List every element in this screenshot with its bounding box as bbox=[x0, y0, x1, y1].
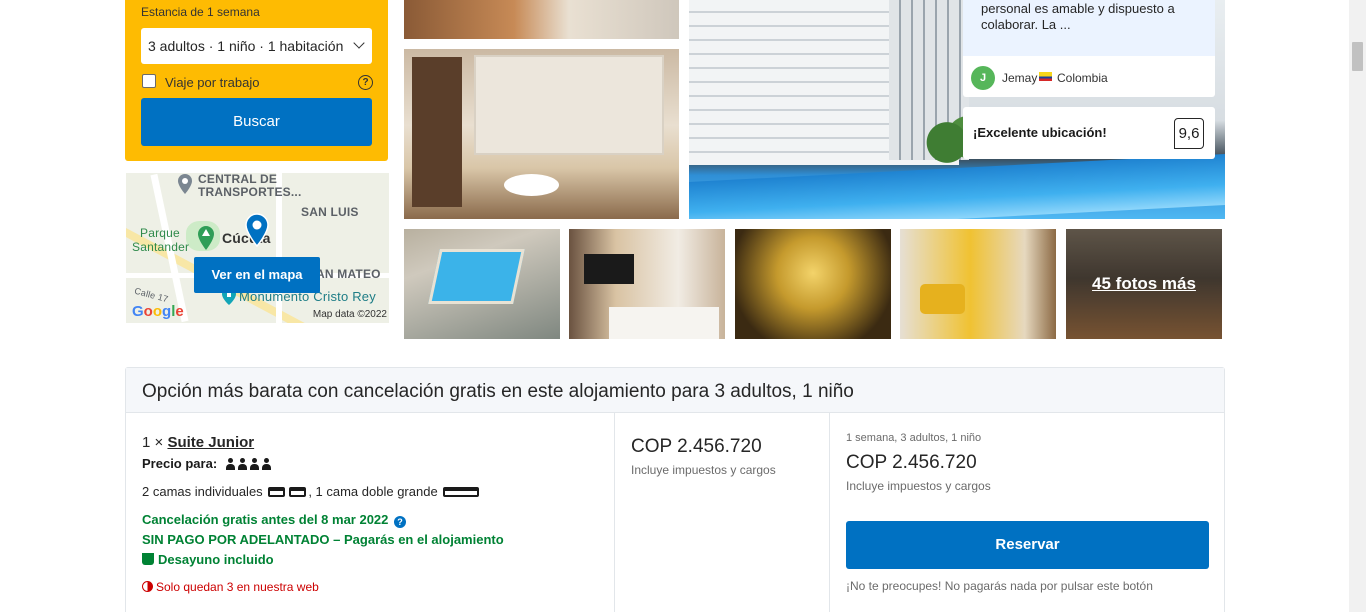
hotel-photo-bathroom[interactable] bbox=[404, 49, 679, 219]
hotel-location-pin-icon bbox=[245, 213, 269, 247]
hotel-thumb-restaurant[interactable] bbox=[735, 229, 891, 339]
review-quote: personal es amable y dispuesto a colabor… bbox=[963, 0, 1215, 56]
summary-stay: 1 semana, 3 adultos, 1 niño bbox=[846, 432, 982, 444]
scrollbar-thumb[interactable] bbox=[1352, 42, 1363, 71]
photo-detail bbox=[412, 57, 462, 207]
reserve-button[interactable]: Reservar bbox=[846, 521, 1209, 569]
price-tax-note: Incluye impuestos y cargos bbox=[631, 463, 776, 477]
hotel-thumb-pool-aerial[interactable] bbox=[404, 229, 560, 339]
cheapest-offer-box: Opción más barata con cancelación gratis… bbox=[125, 367, 1225, 612]
single-bed-icon bbox=[268, 487, 286, 497]
beds-single-text: 2 camas individuales bbox=[142, 484, 263, 499]
no-prepayment-text: SIN PAGO POR ADELANTADO – Pagarás en el … bbox=[142, 532, 504, 547]
hotel-page: Estancia de 1 semana 3 adultos · 1 niño … bbox=[0, 0, 1366, 612]
summary-tax-note: Incluye impuestos y cargos bbox=[846, 479, 991, 493]
guest-review-card[interactable]: personal es amable y dispuesto a colabor… bbox=[963, 0, 1215, 97]
urgency-text: Solo quedan 3 en nuestra web bbox=[156, 580, 319, 594]
map-label-transportes: TRANSPORTES... bbox=[198, 185, 302, 199]
free-cancellation-text: Cancelación gratis antes del 8 mar 2022 bbox=[142, 512, 389, 527]
stay-length-label: Estancia de 1 semana bbox=[141, 5, 260, 19]
occupancy-value: 3 adultos · 1 niño · 1 habitación bbox=[148, 38, 344, 54]
room-quantity: 1 × bbox=[142, 434, 164, 451]
column-divider bbox=[614, 413, 615, 612]
park-pin-icon bbox=[198, 226, 214, 250]
more-photos-link[interactable]: 45 fotos más bbox=[1066, 229, 1222, 339]
map-label-san-mateo: AN MATEO bbox=[316, 267, 381, 281]
summary-column: 1 semana, 3 adultos, 1 niño COP 2.456.72… bbox=[846, 432, 1209, 493]
summary-price: COP 2.456.720 bbox=[846, 452, 977, 473]
map-credit: Map data ©2022 bbox=[312, 309, 387, 320]
photo-detail bbox=[920, 284, 965, 314]
location-score-card: ¡Excelente ubicación! 9,6 bbox=[963, 107, 1215, 159]
work-trip-row: Viaje por trabajo ? bbox=[141, 73, 373, 91]
photo-detail bbox=[474, 55, 664, 155]
hotel-photo-interior[interactable] bbox=[404, 0, 679, 39]
room-name-link[interactable]: Suite Junior bbox=[167, 434, 254, 451]
map-preview[interactable]: CENTRAL DE TRANSPORTES... SAN LUIS Parqu… bbox=[126, 173, 389, 323]
coffee-cup-icon bbox=[142, 553, 154, 565]
avatar: J bbox=[971, 66, 995, 90]
photo-detail bbox=[428, 249, 525, 304]
offer-heading: Opción más barata con cancelación gratis… bbox=[126, 368, 1224, 413]
location-score-label: ¡Excelente ubicación! bbox=[973, 125, 1107, 140]
double-bed-icon bbox=[443, 487, 480, 497]
work-trip-checkbox[interactable] bbox=[142, 74, 156, 88]
search-panel: Estancia de 1 semana 3 adultos · 1 niño … bbox=[125, 0, 388, 161]
single-bed-icon bbox=[289, 487, 307, 497]
breakfast-text: Desayuno incluido bbox=[158, 552, 274, 567]
map-label-parque: Parque bbox=[140, 226, 180, 240]
capacity-icons bbox=[225, 458, 273, 473]
column-divider bbox=[829, 413, 830, 612]
person-icon bbox=[237, 458, 248, 470]
colombia-flag-icon bbox=[1039, 72, 1052, 81]
room-line: 1 × Suite Junior bbox=[142, 434, 254, 451]
bed-config: 2 camas individuales , 1 cama doble gran… bbox=[142, 484, 481, 499]
map-label-calle: Calle 17 bbox=[133, 285, 170, 305]
photo-detail bbox=[584, 254, 634, 284]
capacity-label: Precio para: bbox=[142, 456, 218, 471]
map-label-santander: Santander bbox=[132, 240, 190, 254]
google-logo: Google bbox=[132, 303, 184, 320]
urgency-line: Solo quedan 3 en nuestra web bbox=[142, 580, 319, 594]
photo-detail bbox=[609, 307, 719, 339]
person-icon bbox=[249, 458, 260, 470]
search-button[interactable]: Buscar bbox=[141, 98, 372, 146]
chevron-down-icon bbox=[353, 37, 365, 49]
map-label-san-luis: SAN LUIS bbox=[301, 205, 359, 219]
hotel-thumb-room[interactable] bbox=[569, 229, 725, 339]
transit-pin-icon bbox=[178, 174, 192, 194]
review-author-country: Colombia bbox=[1057, 71, 1108, 85]
hotel-thumb-more[interactable]: 45 fotos más bbox=[1066, 229, 1222, 339]
reserve-note: ¡No te preocupes! No pagarás nada por pu… bbox=[846, 579, 1153, 593]
breakfast-line: Desayuno incluido bbox=[142, 552, 274, 567]
help-icon[interactable]: ? bbox=[358, 75, 373, 90]
view-on-map-button[interactable]: Ver en el mapa bbox=[194, 257, 320, 293]
clock-icon bbox=[142, 581, 153, 592]
info-icon[interactable]: ? bbox=[394, 516, 407, 528]
person-icon bbox=[261, 458, 272, 470]
work-trip-label[interactable]: Viaje por trabajo bbox=[165, 75, 259, 90]
price-column: COP 2.456.720 Incluye impuestos y cargos bbox=[631, 436, 776, 477]
hotel-thumb-suite[interactable] bbox=[900, 229, 1056, 339]
room-price: COP 2.456.720 bbox=[631, 436, 762, 457]
page-scrollbar[interactable] bbox=[1349, 0, 1366, 612]
location-score-badge: 9,6 bbox=[1174, 118, 1204, 149]
beds-double-text: , 1 cama doble grande bbox=[308, 484, 438, 499]
capacity-line: Precio para: bbox=[142, 456, 273, 473]
occupancy-select[interactable]: 3 adultos · 1 niño · 1 habitación bbox=[141, 28, 372, 64]
person-icon bbox=[225, 458, 236, 470]
free-cancellation: Cancelación gratis antes del 8 mar 2022 … bbox=[142, 512, 407, 528]
review-author-name: Jemay bbox=[1002, 71, 1038, 85]
photo-detail bbox=[504, 174, 559, 196]
